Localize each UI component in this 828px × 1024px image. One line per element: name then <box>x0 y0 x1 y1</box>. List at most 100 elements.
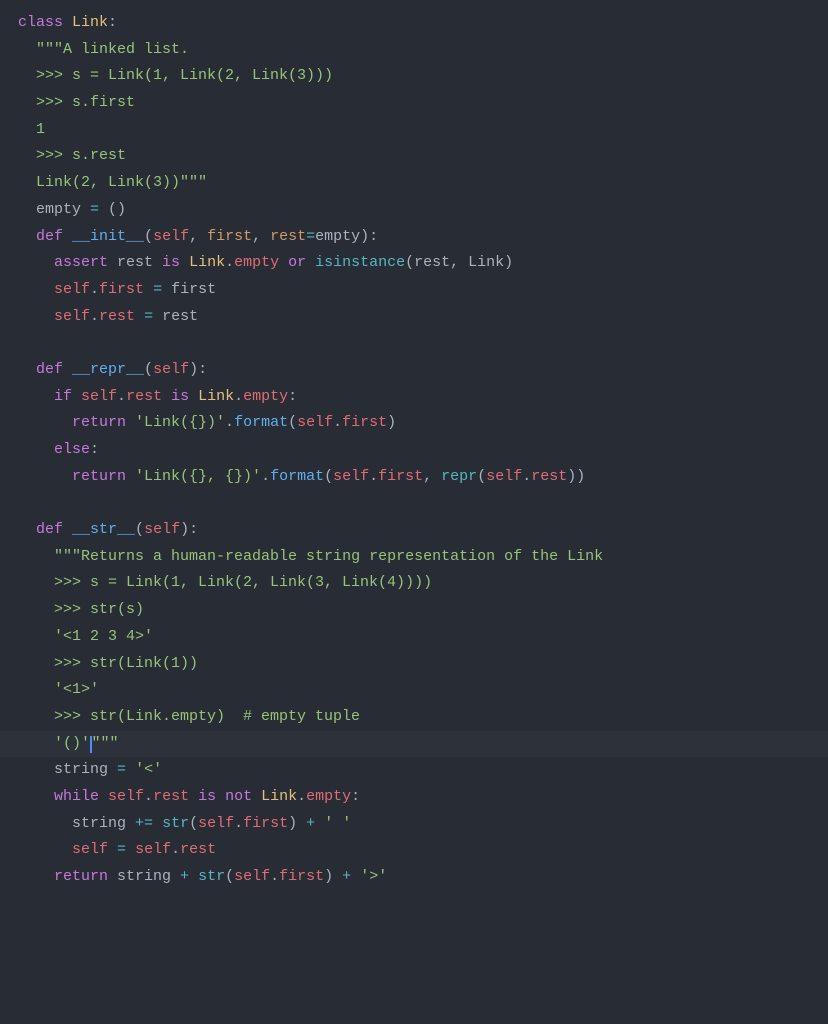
token-punct: empty <box>315 228 360 245</box>
token-kw: is <box>198 788 225 805</box>
token-punct <box>18 521 36 538</box>
code-line[interactable]: string += str(self.first) + ' ' <box>18 811 828 838</box>
token-punct: ): <box>360 228 378 245</box>
code-line[interactable]: >>> s.first <box>18 90 828 117</box>
token-kw: return <box>54 868 117 885</box>
token-attr: first <box>99 281 144 298</box>
code-line[interactable]: assert rest is Link.empty or isinstance(… <box>18 250 828 277</box>
code-line[interactable]: else: <box>18 437 828 464</box>
token-punct <box>279 254 288 271</box>
token-punct: ( <box>144 361 153 378</box>
token-op: + <box>180 868 189 885</box>
token-self: self <box>297 414 333 431</box>
code-line[interactable] <box>18 330 828 357</box>
code-line[interactable]: while self.rest is not Link.empty: <box>18 784 828 811</box>
token-self: self <box>234 868 270 885</box>
token-fn: __repr__ <box>72 361 144 378</box>
code-line[interactable]: empty = () <box>18 197 828 224</box>
token-punct: () <box>99 201 126 218</box>
token-op: = <box>90 201 99 218</box>
code-line[interactable]: >>> str(s) <box>18 597 828 624</box>
token-attr: rest <box>180 841 216 858</box>
token-str: """ <box>92 735 119 752</box>
code-line[interactable]: if self.rest is Link.empty: <box>18 384 828 411</box>
token-punct: ( <box>144 228 153 245</box>
token-attr: first <box>378 468 423 485</box>
code-line[interactable]: string = '<' <box>18 757 828 784</box>
token-op: + <box>342 868 351 885</box>
code-line[interactable]: '<1>' <box>18 677 828 704</box>
code-line[interactable]: def __init__(self, first, rest=empty): <box>18 224 828 251</box>
token-builtin: str <box>162 815 189 832</box>
token-punct: (rest, Link) <box>405 254 513 271</box>
code-line[interactable]: '<1 2 3 4>' <box>18 624 828 651</box>
code-editor[interactable]: class Link: """A linked list. >>> s = Li… <box>18 10 828 891</box>
code-line[interactable]: def __str__(self): <box>18 517 828 544</box>
token-punct: . <box>171 841 180 858</box>
token-str: 'Link({}, {})' <box>135 468 261 485</box>
code-line[interactable]: >>> str(Link(1)) <box>18 651 828 678</box>
token-punct: ): <box>180 521 198 538</box>
code-line[interactable]: """Returns a human-readable string repre… <box>18 544 828 571</box>
token-op: = <box>144 308 153 325</box>
token-punct: string <box>18 761 117 778</box>
token-punct <box>18 308 54 325</box>
token-self: self <box>81 388 117 405</box>
code-line[interactable]: self.first = first <box>18 277 828 304</box>
token-punct <box>18 334 27 351</box>
code-line[interactable]: self.rest = rest <box>18 304 828 331</box>
token-op: = <box>117 761 126 778</box>
token-self: self <box>135 841 171 858</box>
code-line[interactable]: class Link: <box>18 10 828 37</box>
token-attr: first <box>342 414 387 431</box>
token-kw: def <box>36 228 72 245</box>
code-line[interactable] <box>18 490 828 517</box>
token-punct: . <box>225 254 234 271</box>
code-line[interactable]: def __repr__(self): <box>18 357 828 384</box>
token-punct: ( <box>324 468 333 485</box>
code-line[interactable]: Link(2, Link(3))""" <box>18 170 828 197</box>
token-punct: )) <box>567 468 585 485</box>
token-attr: rest <box>153 788 189 805</box>
token-punct: . <box>234 388 243 405</box>
code-line[interactable]: >>> s = Link(1, Link(2, Link(3, Link(4))… <box>18 570 828 597</box>
token-fn: format <box>270 468 324 485</box>
token-kw: def <box>36 521 72 538</box>
token-punct <box>18 41 36 58</box>
token-punct <box>162 388 171 405</box>
token-self: self <box>54 281 90 298</box>
token-cls: Link <box>189 254 225 271</box>
code-line[interactable]: self = self.rest <box>18 837 828 864</box>
token-punct: . <box>90 308 99 325</box>
code-line[interactable]: '()'""" <box>0 731 828 758</box>
token-punct: ) <box>288 815 306 832</box>
token-self: self <box>333 468 369 485</box>
token-kw: return <box>72 414 135 431</box>
token-fn: format <box>234 414 288 431</box>
token-str: >>> s = Link(1, Link(2, Link(3, Link(4))… <box>18 574 432 591</box>
code-line[interactable]: >>> s = Link(1, Link(2, Link(3))) <box>18 63 828 90</box>
code-line[interactable]: return 'Link({})'.format(self.first) <box>18 410 828 437</box>
code-line[interactable]: """A linked list. <box>18 37 828 64</box>
token-str: Link(2, Link(3))""" <box>18 174 207 191</box>
token-str: >>> str(s) <box>18 601 144 618</box>
code-line[interactable]: return string + str(self.first) + '>' <box>18 864 828 891</box>
token-punct: string <box>18 815 135 832</box>
token-punct: rest <box>117 254 162 271</box>
token-punct: , <box>189 228 207 245</box>
code-line[interactable]: return 'Link({}, {})'.format(self.first,… <box>18 464 828 491</box>
token-str: 'Link({})' <box>135 414 225 431</box>
token-punct <box>144 281 153 298</box>
token-kw: class <box>18 14 72 31</box>
token-cls: Link <box>72 14 108 31</box>
token-self: self <box>72 841 108 858</box>
token-param: rest <box>270 228 306 245</box>
token-punct: rest <box>153 308 198 325</box>
token-punct <box>18 841 72 858</box>
code-line[interactable]: 1 <box>18 117 828 144</box>
code-line[interactable]: >>> str(Link.empty) # empty tuple <box>18 704 828 731</box>
token-kw: if <box>54 388 81 405</box>
token-kw: def <box>36 361 72 378</box>
token-kw: while <box>54 788 108 805</box>
code-line[interactable]: >>> s.rest <box>18 143 828 170</box>
